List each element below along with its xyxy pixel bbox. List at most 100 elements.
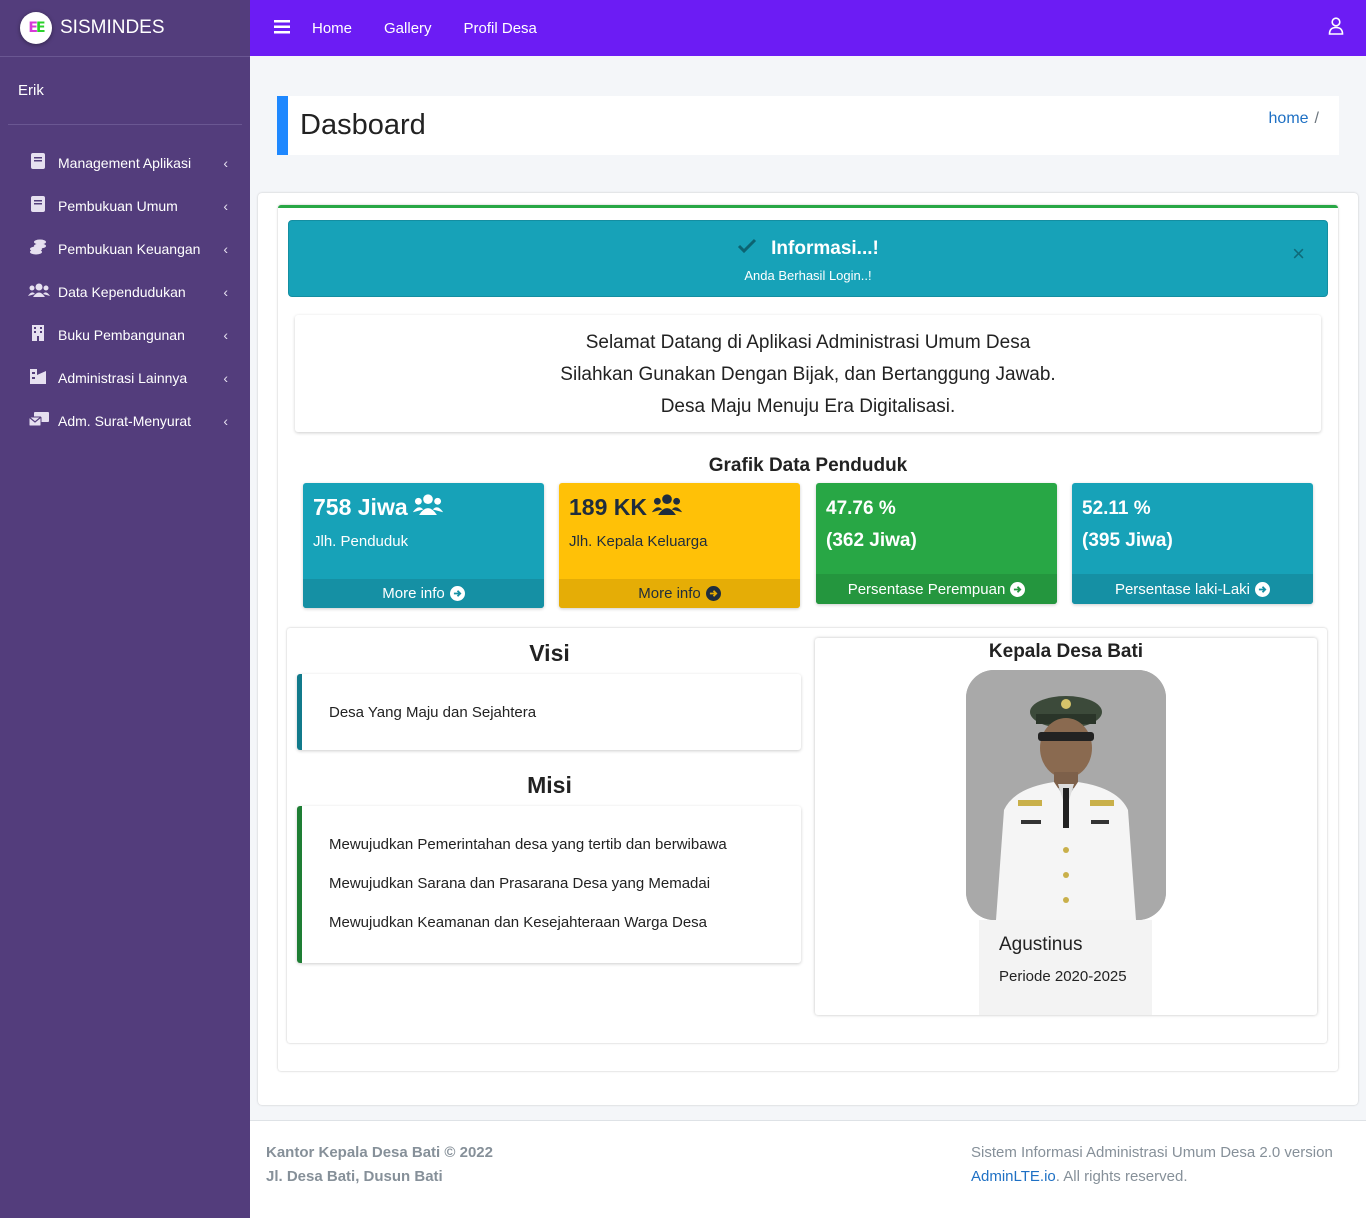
stats-title: Grafik Data Penduduk — [708, 455, 908, 476]
sidebar-item-data-kependudukan[interactable]: Data Kependudukan ‹ — [0, 270, 250, 313]
sidebar-item-label: Buku Pembangunan — [58, 326, 185, 343]
sidebar-item-label: Pembukuan Keuangan — [58, 240, 201, 257]
misi-item: Mewujudkan Sarana dan Prasarana Desa yan… — [329, 875, 711, 892]
chevron-left-icon: ‹ — [223, 369, 228, 386]
stat-percent: 47.76 % — [826, 498, 896, 519]
user-icon[interactable] — [1328, 17, 1344, 40]
stat-percent: 52.11 % — [1082, 498, 1151, 519]
more-info-link[interactable]: More info — [559, 579, 800, 608]
top-navbar: Home Gallery Profil Desa — [250, 0, 1366, 56]
adminlte-link[interactable]: AdminLTE.io — [971, 1168, 1056, 1185]
brand-logo-letter-1: E — [28, 20, 37, 36]
arrow-circle-right-icon — [705, 586, 721, 601]
sidebar-nav: Management Aplikasi ‹ Pembukuan Umum ‹ P… — [0, 141, 250, 442]
stat-label: Jlh. Penduduk — [313, 533, 409, 550]
visi-callout: Desa Yang Maju dan Sejahtera — [297, 674, 801, 750]
more-info-label: More info — [638, 585, 701, 602]
sidebar-item-label: Data Kependudukan — [58, 283, 186, 300]
stat-value-row: 189 KK — [569, 493, 790, 521]
kepala-desa-title: Kepala Desa Bati — [988, 641, 1144, 662]
visi-title: Visi — [529, 640, 570, 666]
user-name: Erik — [18, 82, 44, 99]
visi-text: Desa Yang Maju dan Sejahtera — [329, 703, 537, 721]
nav-link-gallery[interactable]: Gallery — [384, 20, 432, 37]
footer-label: Persentase laki-Laki — [1114, 580, 1251, 598]
kepala-desa-photo — [966, 670, 1166, 920]
main-sidebar: EE SISMINDES Erik Management Aplikasi ‹ … — [0, 0, 250, 1218]
sidebar-item-adm-surat-menyurat[interactable]: Adm. Surat-Menyurat ‹ — [0, 399, 250, 442]
brand-logo: EE — [20, 12, 52, 44]
more-info-label: More info — [382, 585, 445, 602]
main-footer: Kantor Kepala Desa Bati © 2022 Jl. Desa … — [250, 1120, 1366, 1218]
mail-bulk-icon — [28, 411, 49, 431]
footer-right: Sistem Informasi Administrasi Umum Desa … — [971, 1141, 1333, 1189]
more-info-link[interactable]: More info — [303, 579, 544, 608]
breadcrumb-home-link[interactable]: home — [1269, 110, 1309, 127]
brand-logo-letter-2: E — [36, 20, 45, 36]
sidebar-item-administrasi-lainnya[interactable]: Administrasi Lainnya ‹ — [0, 356, 250, 399]
stat-box-laki-laki: 52.11 % (395 Jiwa) Persentase laki-Laki — [1072, 483, 1313, 604]
stat-label: Jlh. Kepala Keluarga — [569, 533, 708, 550]
misi-callout: Mewujudkan Pemerintahan desa yang tertib… — [297, 806, 801, 963]
stat-box-body: 189 KK Jlh. Kepala Keluarga — [559, 483, 800, 579]
persentase-perempuan-link[interactable]: Persentase Perempuan — [816, 574, 1057, 604]
stat-value: 189 KK — [569, 493, 647, 520]
user-panel[interactable]: Erik — [8, 57, 242, 125]
sidebar-item-label: Pembukuan Umum — [58, 197, 178, 214]
arrow-circle-right-icon — [1010, 581, 1026, 597]
users-icon — [408, 493, 444, 521]
persentase-laki-laki-link[interactable]: Persentase laki-Laki — [1072, 574, 1313, 604]
nav-link-profil-desa[interactable]: Profil Desa — [464, 20, 537, 37]
welcome-line-2: Silahkan Gunakan Dengan Bijak, dan Berta… — [560, 364, 1056, 385]
welcome-line-1: Selamat Datang di Aplikasi Administrasi … — [585, 332, 1031, 353]
users-icon — [647, 493, 683, 521]
stat-box-kepala-keluarga: 189 KK Jlh. Kepala Keluarga More info — [559, 483, 800, 608]
city-icon — [28, 367, 48, 389]
chevron-left-icon: ‹ — [223, 197, 228, 214]
chevron-left-icon: ‹ — [223, 412, 228, 429]
misi-title: Misi — [527, 772, 572, 798]
kepala-desa-period: Periode 2020-2025 — [999, 968, 1127, 985]
page-title: Dasboard — [300, 109, 426, 141]
misi-item: Mewujudkan Keamanan dan Kesejahteraan Wa… — [329, 914, 708, 931]
hamburger-menu-icon[interactable] — [274, 18, 290, 39]
users-icon — [28, 282, 50, 302]
kepala-desa-name: Agustinus — [999, 934, 1083, 955]
kepala-desa-card: Kepala Desa Bati Agustinus Periode 2020-… — [815, 638, 1317, 1015]
main-card: Informasi...! Anda Berhasil Login..! × S… — [258, 193, 1358, 1105]
stat-value-row: 758 Jiwa — [313, 493, 534, 521]
footer-left: Kantor Kepala Desa Bati © 2022 Jl. Desa … — [266, 1141, 493, 1189]
breadcrumb-separator: / — [1314, 110, 1319, 127]
sidebar-item-label: Adm. Surat-Menyurat — [58, 412, 192, 429]
footer-version: Sistem Informasi Administrasi Umum Desa … — [971, 1144, 1333, 1161]
dashboard-card: Informasi...! Anda Berhasil Login..! × S… — [278, 205, 1338, 1071]
sidebar-item-management-aplikasi[interactable]: Management Aplikasi ‹ — [0, 141, 250, 184]
stat-box-penduduk: 758 Jiwa Jlh. Penduduk More info — [303, 483, 544, 608]
stat-box-body: 47.76 % (362 Jiwa) — [816, 483, 1057, 574]
alert-title: Informasi...! — [771, 237, 879, 259]
alert-title-row: Informasi...! — [289, 237, 1327, 260]
sidebar-item-pembukuan-keuangan[interactable]: Pembukuan Keuangan ‹ — [0, 227, 250, 270]
close-icon[interactable]: × — [1292, 241, 1305, 267]
sidebar-item-label: Management Aplikasi — [58, 154, 192, 171]
arrow-circle-right-icon — [449, 586, 465, 601]
misi-item: Mewujudkan Pemerintahan desa yang tertib… — [329, 836, 727, 853]
footer-credits: AdminLTE.io. All rights reserved. — [971, 1165, 1333, 1189]
kepala-desa-caption: Agustinus Periode 2020-2025 — [979, 920, 1152, 1015]
brand-link[interactable]: EE SISMINDES — [0, 0, 250, 57]
sidebar-item-pembukuan-umum[interactable]: Pembukuan Umum ‹ — [0, 184, 250, 227]
brand-name: SISMINDES — [60, 17, 165, 38]
welcome-line-3: Desa Maju Menuju Era Digitalisasi. — [660, 396, 956, 417]
breadcrumb: home / — [1269, 110, 1319, 128]
chevron-left-icon: ‹ — [223, 154, 228, 171]
building-icon — [28, 324, 48, 346]
sidebar-item-buku-pembangunan[interactable]: Buku Pembangunan ‹ — [0, 313, 250, 356]
chevron-left-icon: ‹ — [223, 283, 228, 300]
nav-link-home[interactable]: Home — [312, 20, 352, 37]
footer-label: Persentase Perempuan — [847, 580, 1006, 598]
welcome-box: Selamat Datang di Aplikasi Administrasi … — [295, 315, 1321, 432]
footer-rights: . All rights reserved. — [1055, 1168, 1188, 1185]
book-icon — [28, 195, 48, 217]
alert-message: Anda Berhasil Login..! — [744, 268, 872, 283]
chevron-left-icon: ‹ — [223, 326, 228, 343]
